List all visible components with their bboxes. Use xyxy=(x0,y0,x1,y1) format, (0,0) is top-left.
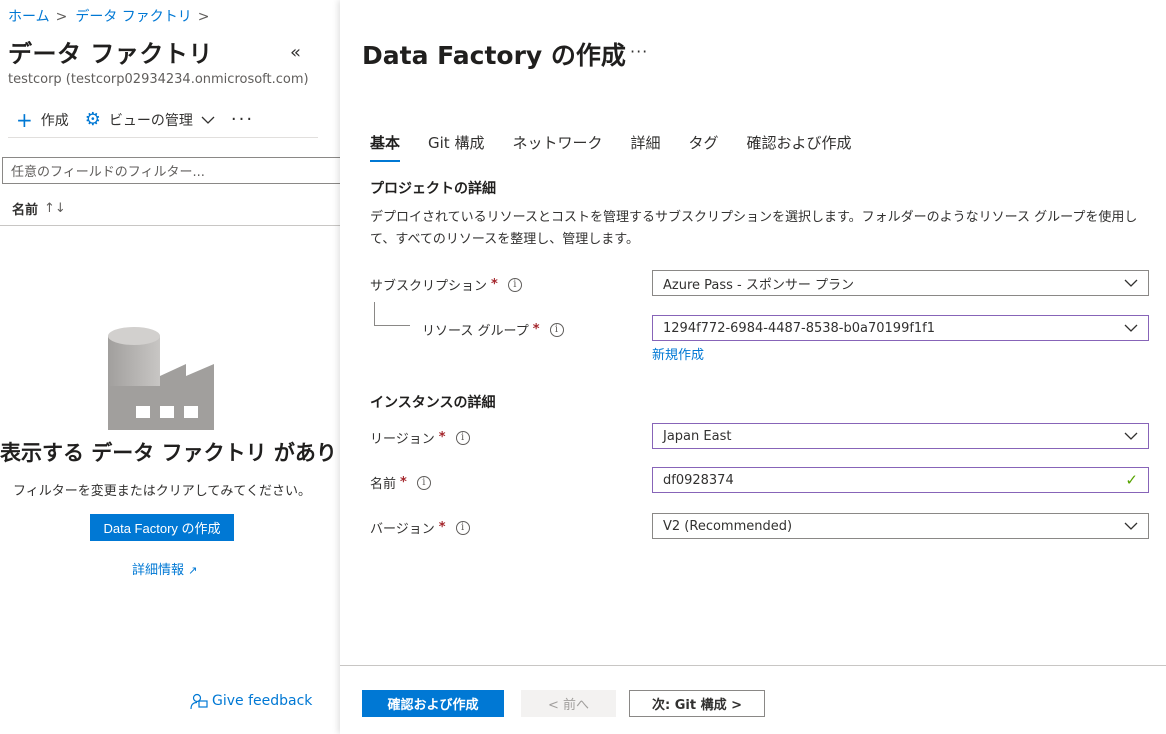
tab-git-configuration[interactable]: Git 構成 xyxy=(428,128,484,162)
required-mark: * xyxy=(438,520,446,535)
learn-more-label: 詳細情報 xyxy=(132,563,185,578)
project-details-description: デプロイされているリソースとコストを管理するサブスクリプションを選択します。フォ… xyxy=(370,210,1138,247)
region-label-text: リージョン xyxy=(370,432,435,447)
resource-group-select[interactable]: 1294f772-6984-4487-8538-b0a70199f1f1 xyxy=(652,315,1149,341)
create-data-factory-panel: Data Factory の作成 ··· 基本 Git 構成 ネットワーク 詳細… xyxy=(340,0,1166,734)
version-select[interactable]: V2 (Recommended) xyxy=(652,513,1149,539)
feedback-icon xyxy=(190,693,208,710)
external-link-icon: ↗ xyxy=(188,564,198,577)
breadcrumb-separator: > xyxy=(55,9,68,25)
panel-title: Data Factory の作成 xyxy=(362,41,626,70)
name-value: df0928374 xyxy=(663,472,734,488)
info-icon[interactable]: i xyxy=(549,322,564,337)
tab-bar: 基本 Git 構成 ネットワーク 詳細 タグ 確認および作成 xyxy=(370,128,880,162)
required-mark: * xyxy=(400,475,407,490)
chevron-down-icon xyxy=(1124,522,1138,530)
tab-advanced[interactable]: 詳細 xyxy=(630,128,660,162)
column-header-name[interactable]: 名前 ↑↓ xyxy=(0,192,340,226)
data-factory-icon xyxy=(108,327,214,430)
tree-connector xyxy=(374,302,410,326)
checkmark-icon: ✓ xyxy=(1125,471,1138,489)
required-mark: * xyxy=(438,430,446,445)
name-label-text: 名前 xyxy=(370,477,397,492)
required-mark: * xyxy=(532,322,540,337)
info-icon[interactable]: i xyxy=(507,277,522,292)
tab-networking[interactable]: ネットワーク xyxy=(512,128,602,162)
empty-state-title: 表示する データ ファクトリ がありません xyxy=(0,441,340,465)
info-icon[interactable]: i xyxy=(455,520,470,535)
column-name-label: 名前 xyxy=(12,203,39,218)
info-icon[interactable]: i xyxy=(416,475,431,490)
give-feedback-link[interactable]: Give feedback xyxy=(190,692,312,710)
more-options-icon[interactable]: ··· xyxy=(231,109,254,130)
resource-group-value: 1294f772-6984-4487-8538-b0a70199f1f1 xyxy=(663,320,936,336)
panel-footer: 確認および作成 < 前へ 次: Git 構成 > xyxy=(340,665,1166,734)
name-input[interactable]: df0928374 ✓ xyxy=(652,467,1149,493)
breadcrumb-home[interactable]: ホーム xyxy=(8,9,50,25)
subscription-label-text: サブスクリプション xyxy=(370,279,488,294)
sort-icon[interactable]: ↑↓ xyxy=(44,201,66,216)
subscription-value: Azure Pass - スポンサー プラン xyxy=(663,277,855,293)
chevron-down-icon xyxy=(1124,432,1138,440)
panel-more-icon[interactable]: ··· xyxy=(630,42,648,61)
subscription-label: サブスクリプション * i xyxy=(370,275,522,294)
create-data-factory-button[interactable]: Data Factory の作成 xyxy=(90,514,234,541)
manage-view-button[interactable]: ⚙ ビューの管理 xyxy=(85,110,215,130)
required-mark: * xyxy=(491,277,498,292)
version-value: V2 (Recommended) xyxy=(663,518,793,534)
page-title: データ ファクトリ xyxy=(8,40,213,68)
chevron-down-icon xyxy=(201,116,215,124)
region-select[interactable]: Japan East xyxy=(652,423,1149,449)
create-label: 作成 xyxy=(40,112,69,129)
breadcrumb: ホーム > データ ファクトリ > xyxy=(8,6,218,26)
region-label: リージョン * i xyxy=(370,428,470,447)
plus-icon: + xyxy=(16,107,33,132)
tab-review-create[interactable]: 確認および作成 xyxy=(747,128,852,162)
create-new-resource-group-link[interactable]: 新規作成 xyxy=(652,344,704,363)
empty-state-text: フィルターを変更またはクリアしてみてください。 xyxy=(13,484,311,499)
gear-icon: ⚙ xyxy=(84,108,101,130)
chevron-down-icon xyxy=(1124,324,1138,332)
version-label-text: バージョン xyxy=(370,522,435,537)
create-button[interactable]: + 作成 xyxy=(8,110,69,130)
resource-group-label-text: リソース グループ xyxy=(422,324,529,339)
collapse-icon[interactable]: « xyxy=(290,42,301,63)
instance-details-heading: インスタンスの詳細 xyxy=(370,395,496,411)
subscription-select[interactable]: Azure Pass - スポンサー プラン xyxy=(652,270,1149,296)
info-icon[interactable]: i xyxy=(455,430,470,445)
breadcrumb-separator: > xyxy=(197,9,210,25)
left-blade: ホーム > データ ファクトリ > データ ファクトリ « testcorp (tes… xyxy=(0,0,340,734)
give-feedback-label: Give feedback xyxy=(212,693,313,709)
next-git-configuration-button[interactable]: 次: Git 構成 > xyxy=(629,690,765,717)
resource-group-label: リソース グループ * i xyxy=(422,320,564,339)
toolbar: + 作成 ⚙ ビューの管理 ··· xyxy=(8,102,318,138)
manage-view-label: ビューの管理 xyxy=(108,112,193,129)
chevron-down-icon xyxy=(1124,279,1138,287)
review-create-button[interactable]: 確認および作成 xyxy=(362,690,504,717)
previous-button[interactable]: < 前へ xyxy=(521,690,616,717)
breadcrumb-data-factory[interactable]: データ ファクトリ xyxy=(75,9,191,25)
project-details-heading: プロジェクトの詳細 xyxy=(370,181,496,197)
tenant-subtitle: testcorp (testcorp02934234.onmicrosoft.c… xyxy=(8,72,309,87)
filter-input[interactable]: 任意のフィールドのフィルター... xyxy=(2,157,340,184)
region-value: Japan East xyxy=(663,428,732,444)
name-label: 名前 * i xyxy=(370,473,431,492)
tab-basics[interactable]: 基本 xyxy=(370,128,401,162)
tab-tags[interactable]: タグ xyxy=(689,128,719,162)
learn-more-link[interactable]: 詳細情報 ↗ xyxy=(132,559,197,578)
version-label: バージョン * i xyxy=(370,518,470,537)
